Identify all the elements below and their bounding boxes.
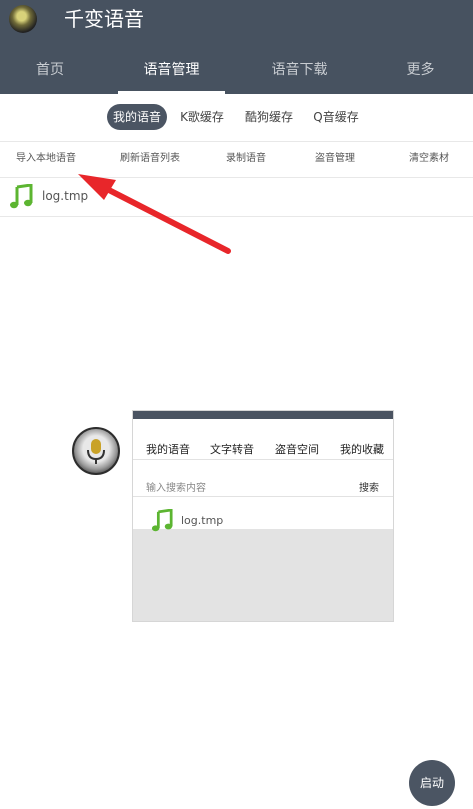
music-note-icon xyxy=(151,508,173,537)
overlay-tab-steal-space[interactable]: 盗音空间 xyxy=(275,441,319,457)
panel-content: 我的语音 文字转音 盗音空间 我的收藏 输入搜索内容 搜索 log.tmp xyxy=(133,419,393,532)
overlay-tab-my-voice[interactable]: 我的语音 xyxy=(146,441,190,457)
overlay-search-input[interactable]: 输入搜索内容 xyxy=(146,479,206,494)
start-button[interactable]: 启动 xyxy=(409,760,455,806)
microphone-icon xyxy=(87,439,105,464)
panel-header-bar xyxy=(133,411,393,419)
overlay-file-name[interactable]: log.tmp xyxy=(181,514,223,527)
divider xyxy=(133,496,393,497)
floating-voice-panel: 我的语音 文字转音 盗音空间 我的收藏 输入搜索内容 搜索 log.tmp xyxy=(132,410,394,622)
overlay-tab-favorites[interactable]: 我的收藏 xyxy=(340,441,384,457)
microphone-button[interactable] xyxy=(72,427,120,475)
annotation-arrow-icon xyxy=(78,174,231,254)
overlay-tab-text-to-speech[interactable]: 文字转音 xyxy=(210,441,254,457)
overlay-search-button[interactable]: 搜索 xyxy=(359,479,379,494)
divider xyxy=(133,459,393,460)
